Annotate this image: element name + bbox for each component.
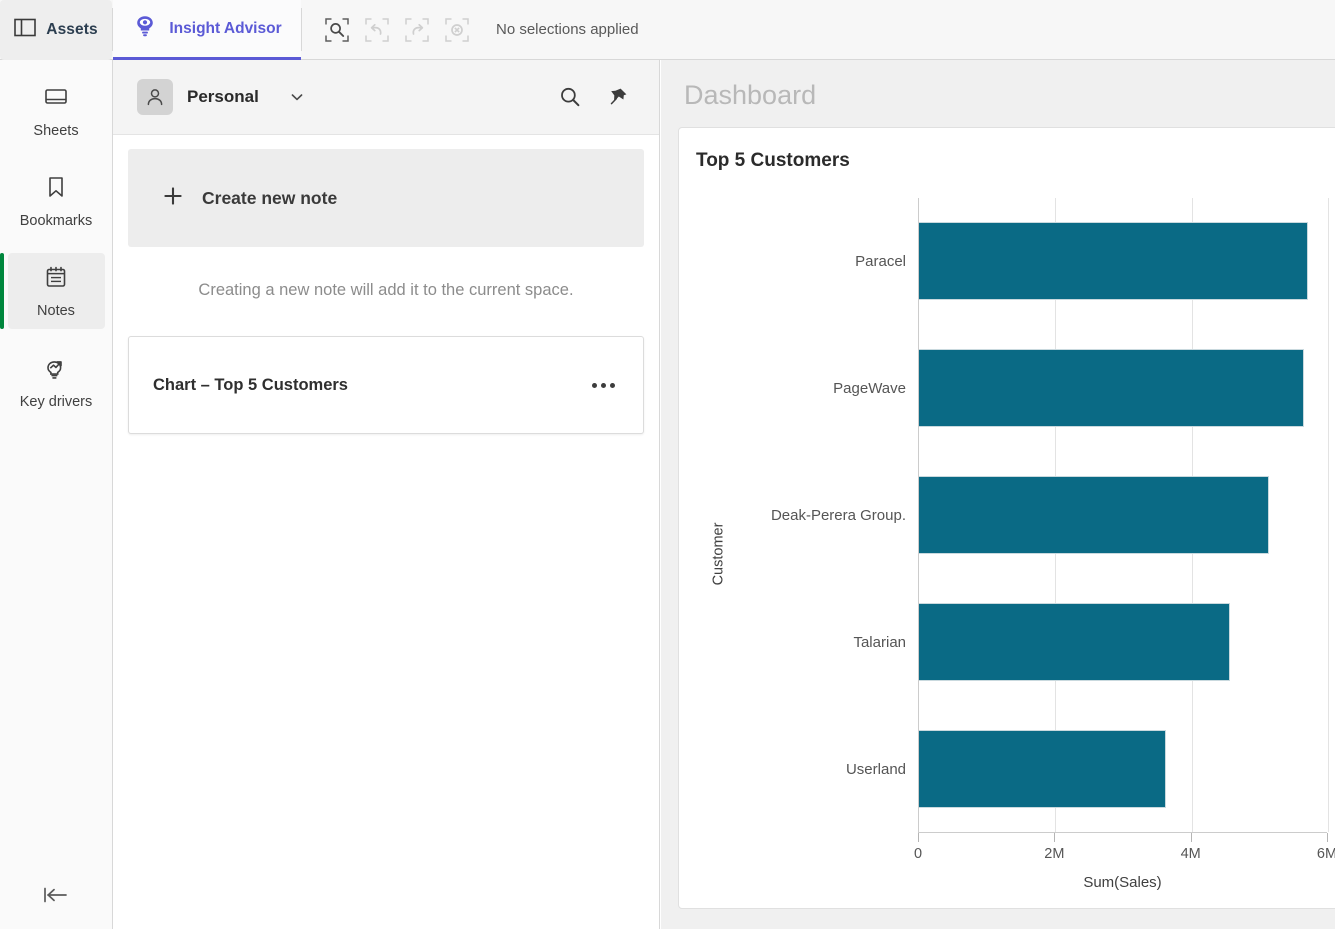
sidebar-item-notes-label: Notes bbox=[37, 303, 75, 319]
bookmark-icon bbox=[45, 175, 67, 205]
notes-panel: Personal bbox=[113, 60, 660, 929]
sidebar-item-notes[interactable]: Notes bbox=[8, 253, 105, 329]
kebab-menu-icon[interactable] bbox=[586, 377, 621, 394]
lightbulb-eye-icon bbox=[132, 13, 158, 44]
space-name-label: Personal bbox=[187, 87, 259, 107]
bar-series bbox=[919, 198, 1327, 832]
bar[interactable] bbox=[919, 730, 1166, 808]
chevron-down-icon[interactable] bbox=[289, 89, 305, 105]
sidebar-item-sheets-label: Sheets bbox=[33, 123, 78, 139]
note-card-title: Chart – Top 5 Customers bbox=[153, 376, 586, 395]
selection-redo-icon bbox=[402, 15, 432, 45]
x-axis-tick-mark bbox=[1327, 833, 1328, 842]
y-axis-tick-label: Paracel bbox=[709, 198, 914, 325]
bar-row bbox=[919, 705, 1327, 832]
x-axis-tick-mark bbox=[918, 833, 919, 842]
bar-row bbox=[919, 325, 1327, 452]
x-axis-tick-label: 4M bbox=[1181, 846, 1201, 862]
bar[interactable] bbox=[919, 476, 1269, 554]
plus-icon bbox=[162, 185, 184, 212]
selection-undo-icon bbox=[362, 15, 392, 45]
tab-assets[interactable]: Assets bbox=[0, 0, 112, 60]
x-axis-ticks: 02M4M6M bbox=[918, 833, 1327, 867]
bar-row bbox=[919, 198, 1327, 325]
create-new-note-label: Create new note bbox=[202, 188, 337, 209]
left-rail: Sheets Bookmarks bbox=[0, 60, 113, 929]
sidebar-item-bookmarks-label: Bookmarks bbox=[20, 213, 93, 229]
y-axis-tick-label: PageWave bbox=[709, 325, 914, 452]
chart-title: Top 5 Customers bbox=[679, 128, 1335, 172]
chart-card[interactable]: Top 5 Customers Customer ParacelPageWave… bbox=[678, 127, 1335, 909]
dashboard-area: Dashboard Top 5 Customers Customer Parac… bbox=[661, 60, 1335, 929]
bar[interactable] bbox=[919, 603, 1230, 681]
collapse-left-icon[interactable] bbox=[0, 861, 112, 929]
sidebar-item-sheets[interactable]: Sheets bbox=[8, 74, 105, 149]
tab-insight-advisor[interactable]: Insight Advisor bbox=[113, 0, 301, 60]
top-bar: Assets Insight Advisor bbox=[0, 0, 1335, 60]
selection-search-icon[interactable] bbox=[322, 15, 352, 45]
y-axis-tick-label: Userland bbox=[709, 706, 914, 833]
gridline bbox=[1328, 198, 1329, 832]
tab-insight-advisor-label: Insight Advisor bbox=[169, 20, 281, 38]
notes-panel-header: Personal bbox=[113, 60, 659, 135]
bar-plot bbox=[918, 198, 1327, 833]
selection-clear-icon bbox=[442, 15, 472, 45]
sidebar-item-bookmarks[interactable]: Bookmarks bbox=[8, 163, 105, 239]
bar-row bbox=[919, 452, 1327, 579]
person-icon bbox=[137, 79, 173, 115]
list-item[interactable]: Chart – Top 5 Customers bbox=[128, 336, 644, 434]
x-axis-tick-mark bbox=[1054, 833, 1055, 842]
notes-icon bbox=[44, 265, 68, 295]
tab-assets-label: Assets bbox=[46, 21, 97, 39]
bar-row bbox=[919, 578, 1327, 705]
panel-layout-icon bbox=[14, 18, 36, 42]
x-axis-tick-label: 2M bbox=[1044, 846, 1064, 862]
selection-status-text: No selections applied bbox=[496, 21, 639, 38]
x-axis-title: Sum(Sales) bbox=[918, 874, 1327, 891]
chart-plot-area: Customer ParacelPageWaveDeak-Perera Grou… bbox=[679, 198, 1335, 910]
create-new-note-button[interactable]: Create new note bbox=[128, 149, 644, 247]
x-axis-tick-label: 0 bbox=[914, 846, 922, 862]
search-icon[interactable] bbox=[553, 80, 587, 114]
notes-panel-body: Create new note Creating a new note will… bbox=[113, 135, 659, 434]
selection-toolbar: No selections applied bbox=[302, 0, 639, 59]
page-title: Dashboard bbox=[678, 60, 1335, 127]
notes-hint-text: Creating a new note will add it to the c… bbox=[128, 247, 644, 336]
x-axis-tick-mark bbox=[1191, 833, 1192, 842]
sidebar-item-key-drivers[interactable]: Key drivers bbox=[8, 343, 105, 420]
sheets-icon bbox=[43, 86, 69, 115]
qlik-app-window: Assets Insight Advisor bbox=[0, 0, 1335, 929]
key-drivers-icon bbox=[42, 355, 70, 386]
bar[interactable] bbox=[919, 349, 1304, 427]
bar[interactable] bbox=[919, 222, 1308, 300]
x-axis-tick-label: 6M bbox=[1317, 846, 1335, 862]
y-axis-tick-label: Deak-Perera Group. bbox=[709, 452, 914, 579]
pin-icon[interactable] bbox=[601, 80, 635, 114]
y-axis-tick-label: Talarian bbox=[709, 579, 914, 706]
sidebar-item-key-drivers-label: Key drivers bbox=[20, 394, 93, 410]
y-axis-tick-labels: ParacelPageWaveDeak-Perera Group.Talaria… bbox=[709, 198, 914, 833]
